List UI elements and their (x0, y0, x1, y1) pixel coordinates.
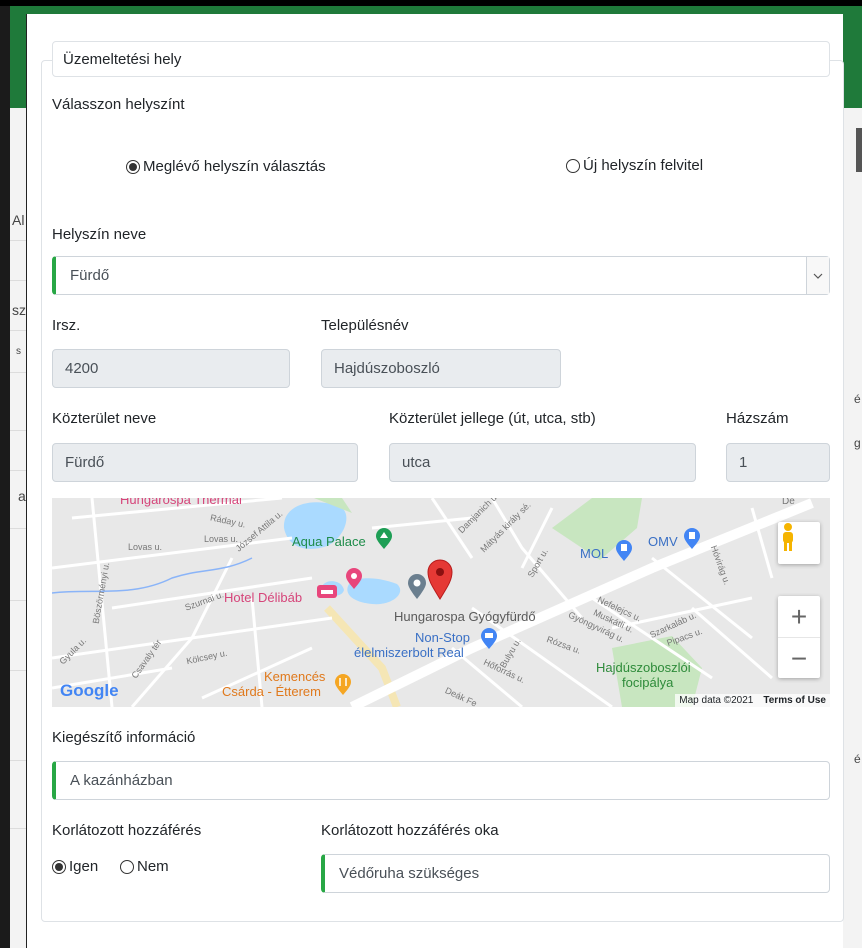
chevron-down-icon[interactable] (806, 257, 829, 294)
map-label: Aqua Palace (292, 534, 366, 549)
radio-unchecked-icon[interactable] (120, 859, 134, 874)
zoom-control: + − (778, 596, 820, 678)
google-logo: Google (60, 681, 119, 700)
zoom-out-button[interactable]: − (778, 638, 820, 679)
fieldset-legend: Üzemeltetési hely (52, 41, 830, 77)
map-label: Non-Stop (415, 630, 470, 645)
map-background (52, 498, 830, 707)
background-text: Al (12, 212, 25, 228)
radio-restricted-no[interactable]: Nem (120, 858, 169, 875)
map-label: Hungarospa Gyógyfürdő (394, 609, 536, 624)
map-label: Csárda - Étterem (222, 684, 321, 699)
shop-pin-icon[interactable] (480, 628, 498, 650)
background-text: é (854, 752, 861, 766)
radio-new-location[interactable]: Új helyszín felvitel (566, 157, 703, 174)
restricted-access-label: Korlátozott hozzáférés (52, 822, 202, 839)
radio-checked-icon[interactable] (126, 159, 140, 174)
background-divider (10, 330, 26, 331)
street-name-field[interactable]: Fürdő (52, 443, 358, 482)
background-divider (10, 240, 26, 241)
background-left-edge (0, 6, 10, 948)
background-divider (10, 280, 26, 281)
background-divider (10, 430, 26, 431)
map-attribution: Map data ©2021 Terms of Use (675, 694, 830, 707)
background-text: é (854, 392, 861, 406)
street-view-pegman-icon[interactable] (778, 522, 820, 564)
terms-link[interactable]: Terms of Use (763, 695, 826, 706)
zip-field[interactable]: 4200 (52, 349, 290, 388)
background-right-strip (842, 108, 862, 948)
street-name-label: Közterület neve (52, 410, 157, 427)
map-label: Hotel Délibáb (224, 590, 303, 605)
background-text: a (18, 488, 26, 504)
house-number-label: Házszám (726, 410, 789, 427)
background-divider (10, 760, 26, 761)
restricted-reason-field[interactable]: Védőruha szükséges (321, 854, 830, 893)
background-divider (10, 600, 26, 601)
city-field[interactable]: Hajdúszoboszló (321, 349, 561, 388)
background-text: g (854, 436, 861, 450)
city-label: Településnév (321, 317, 409, 334)
background-divider (10, 372, 26, 373)
background-divider (10, 470, 26, 471)
street-label: Lovas u. (204, 534, 239, 544)
background-scroll-block (856, 128, 862, 172)
restricted-reason-label: Korlátozott hozzáférés oka (321, 822, 499, 839)
map-label: MOL (580, 546, 609, 561)
gas-station-pin-icon[interactable] (682, 528, 702, 550)
map-label: Hungarospa Thermal (120, 498, 242, 507)
map-label: élelmiszerbolt Real (354, 645, 464, 660)
background-divider (10, 670, 26, 671)
extra-info-field[interactable]: A kazánházban (52, 761, 830, 800)
map-label: Hajdúszoboszlói (596, 660, 691, 675)
restaurant-pin-icon[interactable] (334, 674, 352, 696)
map-label: Kemencés (264, 669, 326, 684)
radio-existing-location[interactable]: Meglévő helyszín választás (126, 158, 326, 175)
radio-label: Igen (69, 858, 99, 875)
map[interactable]: Hungarospa Thermal Aqua Palace Hotel Dél… (52, 498, 830, 707)
radio-checked-icon[interactable] (52, 859, 66, 874)
house-number-field[interactable]: 1 (726, 443, 830, 482)
location-choice-label: Válasszon helyszínt (52, 96, 185, 113)
street-label: Lovas u. (128, 542, 163, 552)
radio-unchecked-icon[interactable] (566, 158, 580, 173)
radio-restricted-yes[interactable]: Igen (52, 858, 98, 875)
site-name-label: Helyszín neve (52, 226, 147, 243)
map-label: OMV (648, 534, 678, 549)
map-data-text: Map data ©2021 (679, 695, 754, 706)
background-text: s (16, 346, 21, 357)
street-type-label: Közterület jellege (út, utca, stb) (389, 410, 596, 427)
background-text: sz (12, 302, 26, 318)
background-divider (10, 528, 26, 529)
zoom-in-button[interactable]: + (778, 596, 820, 638)
selected-location-marker-icon[interactable] (426, 558, 454, 600)
radio-label: Nem (137, 858, 169, 875)
location-pin-icon[interactable] (406, 574, 428, 600)
spa-pin-icon[interactable] (344, 568, 364, 590)
gas-station-pin-icon[interactable] (614, 540, 634, 562)
park-pin-icon[interactable] (374, 528, 394, 550)
radio-label: Meglévő helyszín választás (143, 158, 326, 175)
radio-label: Új helyszín felvitel (583, 157, 704, 174)
extra-info-label: Kiegészítő információ (52, 729, 196, 746)
background-divider (10, 828, 26, 829)
site-name-select[interactable]: Fürdő (52, 256, 830, 295)
street-type-field[interactable]: utca (389, 443, 696, 482)
site-name-value: Fürdő (70, 267, 110, 284)
zip-label: Irsz. (52, 317, 81, 334)
map-label: focipálya (622, 675, 674, 690)
street-label: De (782, 498, 795, 507)
hotel-pin-icon[interactable] (316, 584, 338, 602)
